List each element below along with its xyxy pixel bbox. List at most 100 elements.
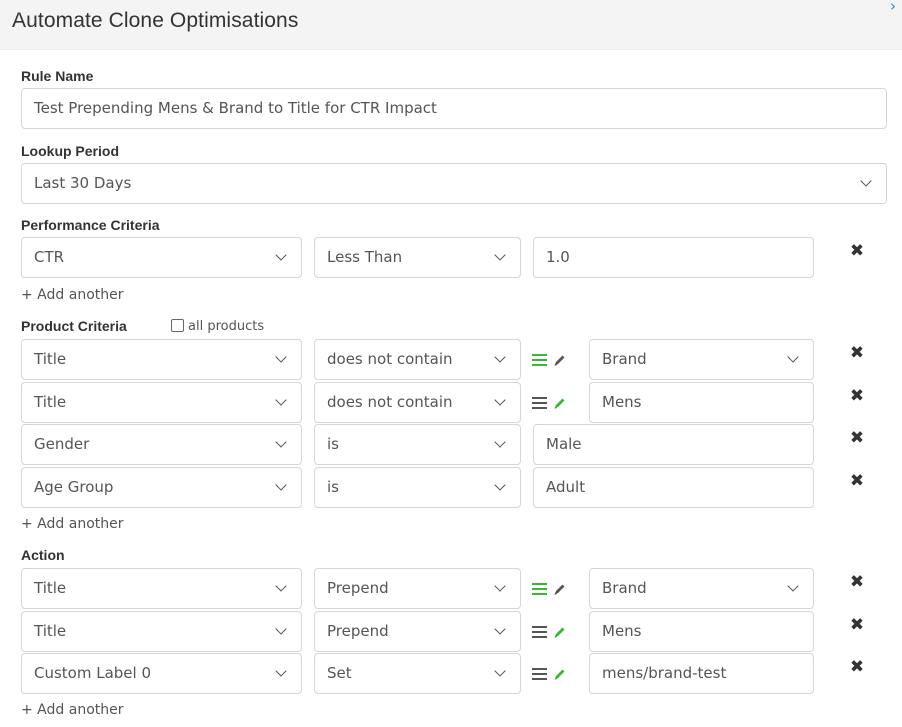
pencil-icon[interactable] (553, 625, 566, 639)
value-mode-toggle (532, 625, 566, 639)
close-icon[interactable]: › (884, 0, 902, 14)
chevron-down-icon (275, 394, 287, 406)
value-mode-toggle (532, 582, 566, 596)
field-value: Title (34, 350, 67, 368)
value-input[interactable]: Adult (533, 467, 814, 509)
list-icon[interactable] (532, 625, 547, 638)
all-products-label: all products (188, 319, 265, 334)
modal-title: Automate Clone Optimisations (12, 9, 299, 32)
all-products-checkbox[interactable]: all products (171, 319, 264, 334)
rule-name-label: Rule Name (21, 68, 94, 84)
chevron-down-icon (275, 436, 287, 449)
value-mode-toggle (532, 353, 566, 367)
delete-row-icon[interactable]: ✖ (849, 387, 865, 404)
operator-select[interactable]: Prepend (314, 610, 521, 652)
chevron-down-icon (494, 622, 506, 635)
operator-value: does not contain (327, 392, 453, 411)
chevron-down-icon (275, 351, 287, 363)
operator-value: does not contain (327, 350, 453, 368)
delete-row-icon[interactable]: ✖ (849, 473, 865, 490)
delete-row-icon[interactable]: ✖ (849, 430, 865, 447)
operator-select[interactable]: is (314, 467, 521, 509)
field-value: Gender (34, 435, 90, 454)
operator-select[interactable]: does not contain (314, 381, 521, 423)
chevron-down-icon (494, 436, 506, 449)
field-select[interactable]: Title (21, 568, 302, 609)
list-icon[interactable] (532, 354, 547, 366)
operator-value: Prepend (327, 621, 389, 640)
field-select[interactable]: Title (21, 610, 302, 652)
checkbox-icon[interactable] (171, 319, 184, 332)
chevron-down-icon (860, 175, 872, 187)
product-add-another-link[interactable]: + Add another (21, 516, 123, 532)
delete-row-icon[interactable]: ✖ (849, 243, 865, 260)
chevron-down-icon (494, 394, 506, 406)
delete-row-icon[interactable]: ✖ (849, 616, 865, 633)
operator-value: is (327, 478, 339, 497)
pencil-icon[interactable] (553, 353, 566, 367)
value-input[interactable]: Mens (589, 610, 814, 652)
chevron-down-icon (787, 580, 799, 592)
operator-value: Prepend (327, 579, 389, 597)
value-input[interactable]: mens/brand-test (589, 653, 814, 694)
chevron-down-icon (275, 479, 287, 491)
lookup-period-select[interactable]: Last 30 Days (21, 163, 887, 204)
value-text: Brand (602, 350, 647, 368)
performance-add-another-link[interactable]: + Add another (21, 287, 123, 303)
field-value: Title (34, 621, 67, 640)
list-icon[interactable] (532, 668, 547, 680)
list-icon[interactable] (532, 583, 547, 595)
product-criteria-label: Product Criteria (21, 318, 127, 334)
field-select[interactable]: Custom Label 0 (21, 653, 302, 694)
operator-select[interactable]: Set (314, 653, 521, 694)
chevron-down-icon (787, 351, 799, 363)
field-value: Age Group (34, 478, 114, 497)
value-input[interactable]: Mens (589, 381, 814, 423)
rule-name-input[interactable]: Test Prepending Mens & Brand to Title fo… (21, 88, 887, 129)
action-label: Action (21, 547, 65, 563)
operator-value: Set (327, 664, 352, 682)
chevron-down-icon (275, 665, 287, 677)
pencil-icon[interactable] (553, 582, 566, 596)
value-text: mens/brand-test (602, 664, 727, 682)
field-value: Title (34, 392, 67, 411)
delete-row-icon[interactable]: ✖ (849, 345, 865, 362)
field-select[interactable]: Gender (21, 424, 302, 466)
field-value: Title (34, 579, 67, 597)
field-select[interactable]: Age Group (21, 467, 302, 509)
field-select[interactable]: Title (21, 381, 302, 423)
chevron-down-icon (494, 580, 506, 592)
performance-criteria-label: Performance Criteria (21, 217, 160, 233)
pencil-icon[interactable] (553, 667, 566, 681)
delete-row-icon[interactable]: ✖ (849, 659, 865, 676)
field-select[interactable]: CTR (21, 237, 302, 278)
operator-select[interactable]: Prepend (314, 568, 521, 609)
field-value: CTR (34, 248, 65, 266)
pencil-icon[interactable] (553, 396, 566, 410)
modal-header: Automate Clone Optimisations (0, 0, 902, 50)
chevron-down-icon (275, 580, 287, 592)
list-icon[interactable] (532, 396, 547, 409)
operator-value: is (327, 435, 339, 454)
operator-select[interactable]: is (314, 424, 521, 466)
value-select[interactable]: Brand (589, 568, 814, 609)
action-add-another-link[interactable]: + Add another (21, 702, 123, 718)
field-select[interactable]: Title (21, 339, 302, 380)
value-text: Mens (602, 621, 642, 640)
chevron-down-icon (494, 665, 506, 677)
field-value: Custom Label 0 (34, 664, 152, 682)
value-input[interactable]: 1.0 (533, 237, 814, 278)
value-mode-toggle (532, 396, 566, 410)
value-text: Adult (546, 478, 586, 497)
value-select[interactable]: Brand (589, 339, 814, 380)
lookup-period-value: Last 30 Days (34, 174, 132, 192)
chevron-down-icon (494, 479, 506, 491)
value-text: Male (546, 435, 582, 454)
operator-select[interactable]: Less Than (314, 237, 521, 278)
delete-row-icon[interactable]: ✖ (849, 574, 865, 591)
value-input[interactable]: Male (533, 424, 814, 466)
operator-select[interactable]: does not contain (314, 339, 521, 380)
chevron-down-icon (275, 622, 287, 635)
value-text: Brand (602, 579, 647, 597)
operator-value: Less Than (327, 248, 403, 266)
